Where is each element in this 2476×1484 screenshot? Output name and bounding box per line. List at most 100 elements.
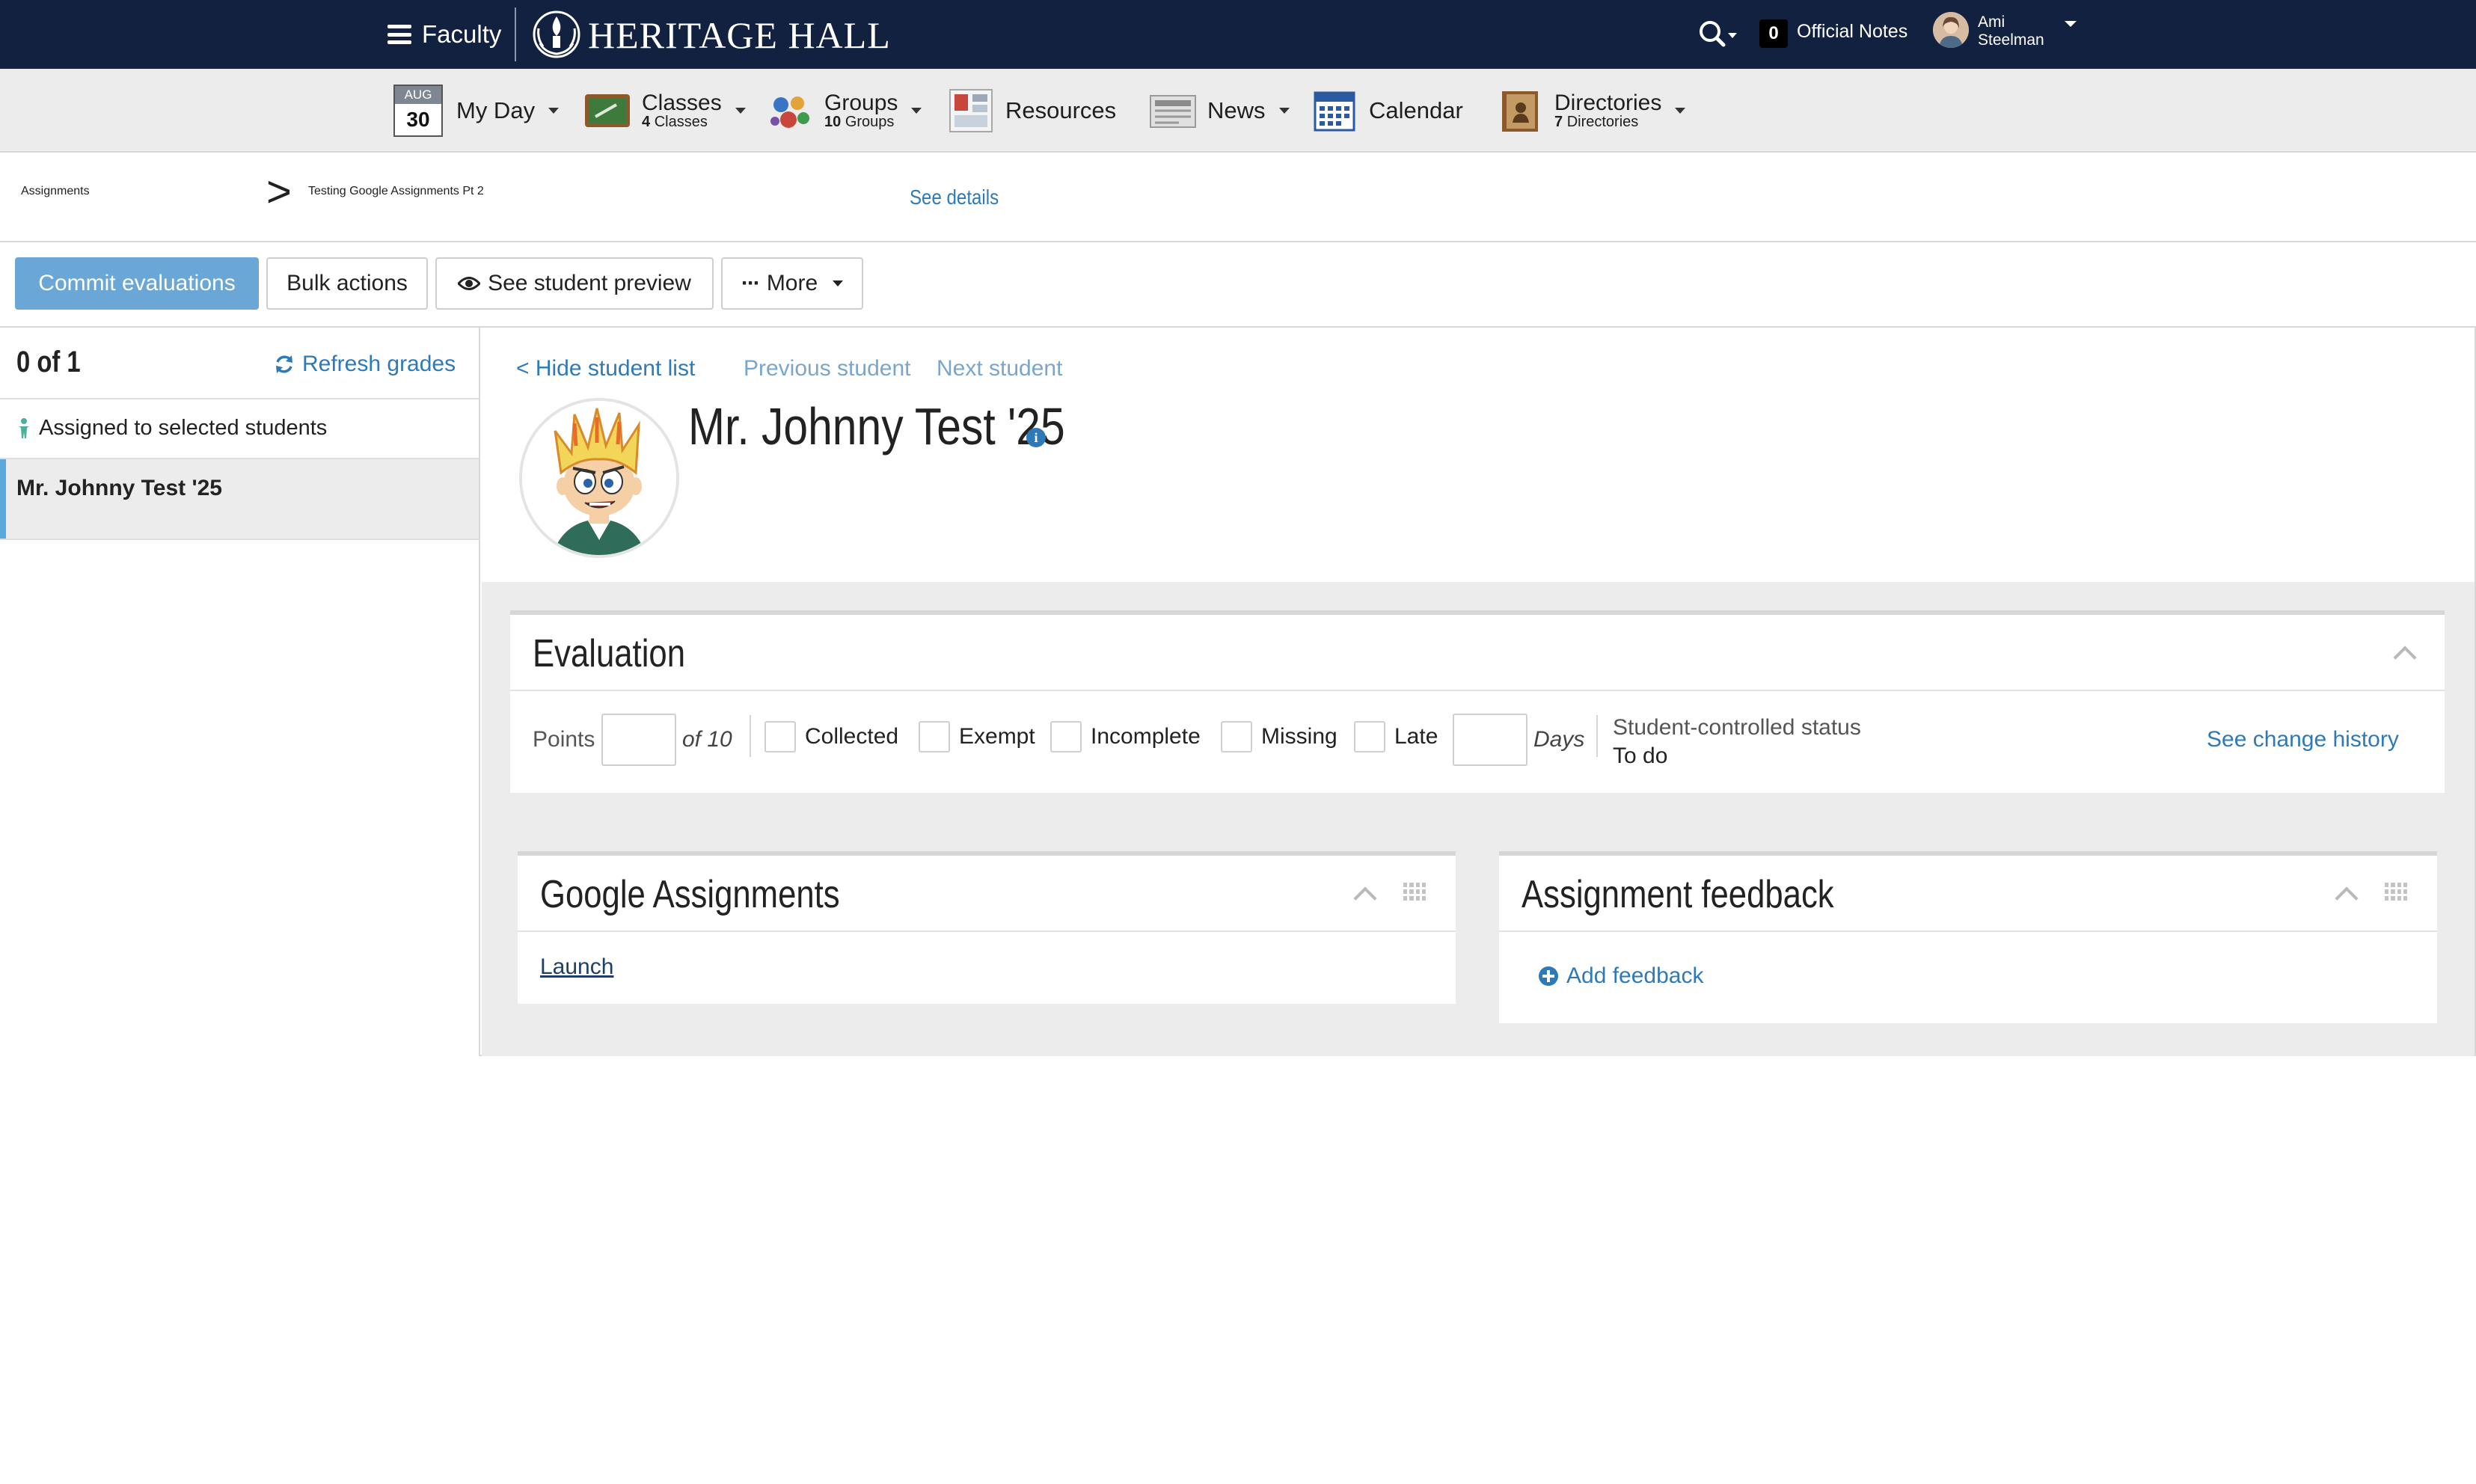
days-label: Days [1533, 727, 1585, 752]
add-feedback-label: Add feedback [1566, 963, 1704, 988]
user-first-name: Ami [1978, 13, 2005, 31]
school-crest-icon[interactable] [530, 6, 583, 63]
resources-label: Resources [1005, 97, 1117, 123]
see-student-preview-label: See student preview [488, 271, 691, 295]
incomplete-checkbox[interactable] [1050, 721, 1082, 752]
bulk-actions-button[interactable]: Bulk actions [266, 257, 428, 310]
google-assignments-title: Google Assignments [540, 873, 840, 916]
exempt-checkbox[interactable] [919, 721, 950, 752]
drag-grid-icon[interactable] [1403, 883, 1426, 901]
official-notes-count[interactable]: 0 [1759, 19, 1788, 48]
add-feedback-button[interactable]: Add feedback [1538, 963, 1703, 989]
header-divider [0, 241, 2476, 242]
student-name: Mr. Johnny Test '25 [688, 397, 1065, 456]
field-divider [1596, 715, 1598, 757]
student-list-name: Mr. Johnny Test '25 [16, 476, 222, 500]
breadcrumb: Assignments [21, 159, 268, 224]
more-button[interactable]: ··· More [721, 257, 863, 310]
user-menu[interactable]: Ami Steelman [1978, 13, 2044, 49]
nav-resources[interactable]: Resources [947, 69, 1116, 153]
classes-sub: Classes [654, 114, 708, 130]
evaluation-title: Evaluation [533, 632, 685, 675]
topbar-divider [515, 7, 516, 61]
panel-divider [1499, 930, 2437, 932]
see-change-history-link[interactable]: See change history [2207, 727, 2399, 752]
refresh-grades-button[interactable]: Refresh grades [274, 352, 456, 377]
more-label: More [766, 271, 818, 295]
chevron-down-icon [911, 108, 922, 114]
news-label: News [1207, 97, 1266, 123]
classes-label-stack: Classes 4 Classes [642, 91, 722, 130]
chevron-down-icon [833, 280, 844, 286]
commit-evaluations-button[interactable]: Commit evaluations [15, 257, 259, 310]
directories-count: 7 [1554, 114, 1563, 130]
ellipsis-icon: ··· [741, 271, 761, 295]
panel-divider [518, 930, 1456, 932]
nav-groups[interactable]: Groups 10 Groups [766, 69, 922, 153]
faculty-label: Faculty [422, 20, 502, 48]
assignment-feedback-title: Assignment feedback [1522, 873, 1834, 916]
user-photo-icon [1933, 12, 1969, 48]
refresh-grades-label: Refresh grades [302, 352, 456, 376]
nav-classes[interactable]: Classes 4 Classes [583, 69, 746, 153]
exempt-label: Exempt [959, 724, 1035, 749]
info-icon[interactable]: i [1026, 428, 1046, 447]
classes-count: 4 [642, 114, 651, 130]
panel-divider [510, 690, 2445, 691]
groups-count: 10 [824, 114, 842, 130]
person-icon [19, 417, 29, 438]
missing-checkbox[interactable] [1221, 721, 1252, 752]
breadcrumb-separator: > [266, 167, 292, 216]
assigned-label: Assigned to selected students [39, 416, 328, 440]
groups-sub: Groups [845, 114, 895, 130]
late-checkbox[interactable] [1354, 721, 1385, 752]
next-student-link[interactable]: Next student [937, 356, 1062, 381]
student-status-value: To do [1613, 743, 1668, 768]
user-caret-icon[interactable] [2065, 21, 2077, 27]
previous-student-link[interactable]: Previous student [744, 356, 910, 381]
search-icon[interactable] [1697, 18, 1738, 51]
breadcrumb-assignments-link[interactable]: Assignments [21, 185, 90, 198]
hide-student-list-link[interactable]: < Hide student list [516, 356, 695, 381]
eye-icon [458, 277, 481, 290]
assigned-filter: Assigned to selected students [16, 416, 327, 441]
resources-icon [949, 89, 993, 132]
myday-month: AUG [395, 86, 441, 104]
list-item[interactable]: Mr. Johnny Test '25 [0, 459, 479, 539]
newspaper-icon [1150, 95, 1196, 128]
classes-label: Classes [642, 91, 722, 115]
groups-label: Groups [824, 91, 898, 115]
user-last-name: Steelman [1978, 31, 2044, 49]
student-photo-icon [522, 401, 676, 555]
nav-news[interactable]: News [1149, 69, 1290, 153]
collected-checkbox[interactable] [764, 721, 796, 752]
incomplete-label: Incomplete [1091, 724, 1201, 749]
groups-label-stack: Groups 10 Groups [824, 91, 898, 130]
drag-grid-icon[interactable] [2385, 883, 2407, 901]
directories-label: Directories [1554, 91, 1662, 115]
plus-circle-icon [1539, 966, 1558, 986]
chevron-down-icon [735, 108, 746, 114]
myday-date: 30 [406, 108, 430, 131]
refresh-icon [276, 355, 292, 373]
nav-directories[interactable]: Directories 7 Directories [1496, 69, 1686, 153]
late-days-input[interactable] [1453, 714, 1527, 766]
missing-label: Missing [1261, 724, 1337, 749]
field-divider [750, 715, 751, 757]
launch-link[interactable]: Launch [540, 954, 613, 980]
student-count: 0 of 1 [16, 346, 81, 378]
nav-calendar[interactable]: Calendar [1311, 69, 1463, 153]
student-avatar [519, 398, 679, 558]
directories-sub: Directories [1566, 114, 1639, 130]
nav-my-day[interactable]: AUG 30 My Day [393, 69, 560, 153]
faculty-menu[interactable]: Faculty [387, 16, 501, 52]
see-details-link[interactable]: See details [910, 186, 999, 209]
user-avatar[interactable] [1933, 12, 1969, 48]
see-student-preview-button[interactable]: See student preview [435, 257, 714, 310]
points-input[interactable] [601, 714, 676, 766]
school-brand[interactable]: HERITAGE HALL [588, 13, 891, 57]
page-title-box: Testing Google Assignments Pt 2 [308, 159, 907, 224]
directory-book-icon [1502, 91, 1538, 132]
calendar-day-icon: AUG 30 [393, 85, 443, 137]
official-notes-link[interactable]: Official Notes [1797, 21, 1907, 43]
